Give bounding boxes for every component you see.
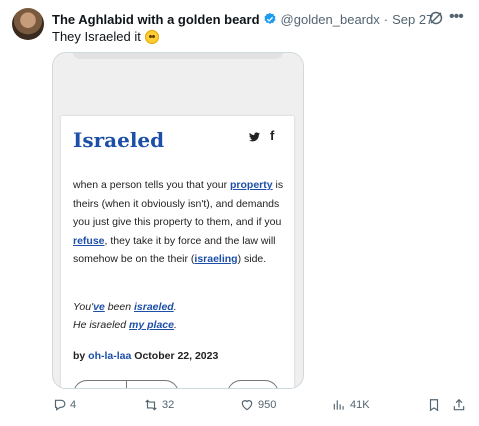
tweet-header: The Aghlabid with a golden beard @golden… (52, 10, 433, 28)
example-link: my place (129, 319, 174, 331)
heart-icon (241, 400, 253, 411)
example-line: You've been israeled. (73, 298, 285, 316)
separator: · (383, 11, 389, 27)
tweet-text-content: They Israeled it (52, 29, 141, 44)
repost-count: 32 (162, 399, 175, 411)
repost-button[interactable]: 32 (144, 398, 174, 412)
facebook-share-icon: f (270, 128, 275, 143)
reply-icon (54, 399, 66, 411)
author-name[interactable]: The Aghlabid with a golden beard (52, 12, 260, 27)
example-segment: He israeled (73, 319, 130, 331)
byline-prefix: by (73, 350, 89, 362)
like-button[interactable]: 950 (240, 398, 276, 412)
example-text: You've been israeled. He israeled my pla… (73, 298, 285, 334)
byline: by oh-la-laa October 22, 2023 (73, 350, 218, 362)
tweet-text: They Israeled it (52, 29, 159, 44)
repost-icon (145, 399, 157, 411)
definition-segment: when a person tells you that your (73, 179, 231, 191)
vote-buttons (73, 380, 179, 388)
reply-count: 4 (70, 399, 77, 411)
media-top-bar (53, 53, 303, 123)
definition-card: Israeled f when a person tells you that … (61, 116, 294, 388)
bookmark-button[interactable] (427, 398, 441, 412)
definition-link: property (230, 179, 273, 191)
share-icon (453, 398, 465, 411)
definition-link: israeling (194, 253, 238, 265)
definition-segment: ) side. (237, 253, 267, 265)
grok-icon[interactable] (428, 10, 444, 26)
bookmark-icon (429, 399, 439, 412)
definition-link: refuse (73, 234, 105, 247)
twitter-share-icon (249, 131, 260, 145)
rolling-eyes-emoji-icon (144, 29, 159, 44)
definition-text: when a person tells you that your proper… (73, 176, 285, 269)
tweet-media[interactable]: Israeled f when a person tells you that … (52, 52, 304, 389)
example-link: ve (93, 301, 105, 313)
author-handle[interactable]: @golden_beardx (281, 12, 380, 27)
definition-author: oh-la-laa (88, 350, 132, 362)
like-count: 950 (258, 399, 277, 411)
example-segment: . (173, 301, 177, 313)
views-count: 41K (350, 399, 370, 411)
definition-date: October 22, 2023 (131, 350, 219, 362)
views-button[interactable]: 41K (332, 398, 370, 412)
definition-title: Israeled (73, 128, 165, 152)
example-link: israeled (134, 301, 174, 313)
verified-badge-icon[interactable] (263, 12, 277, 26)
vote-divider (126, 381, 127, 388)
tweet-actions: 4 32 950 41K (0, 398, 479, 418)
avatar[interactable] (12, 8, 44, 40)
analytics-icon (333, 400, 344, 410)
example-segment: been (104, 301, 134, 313)
example-line: He israeled my place. (73, 316, 285, 334)
media-top-pill (73, 53, 283, 59)
more-options-icon[interactable]: ••• (449, 8, 464, 26)
flag-button (227, 380, 279, 388)
share-button[interactable] (452, 398, 466, 412)
reply-button[interactable]: 4 (52, 398, 76, 412)
example-segment: You' (73, 301, 94, 313)
example-segment: . (173, 319, 177, 331)
